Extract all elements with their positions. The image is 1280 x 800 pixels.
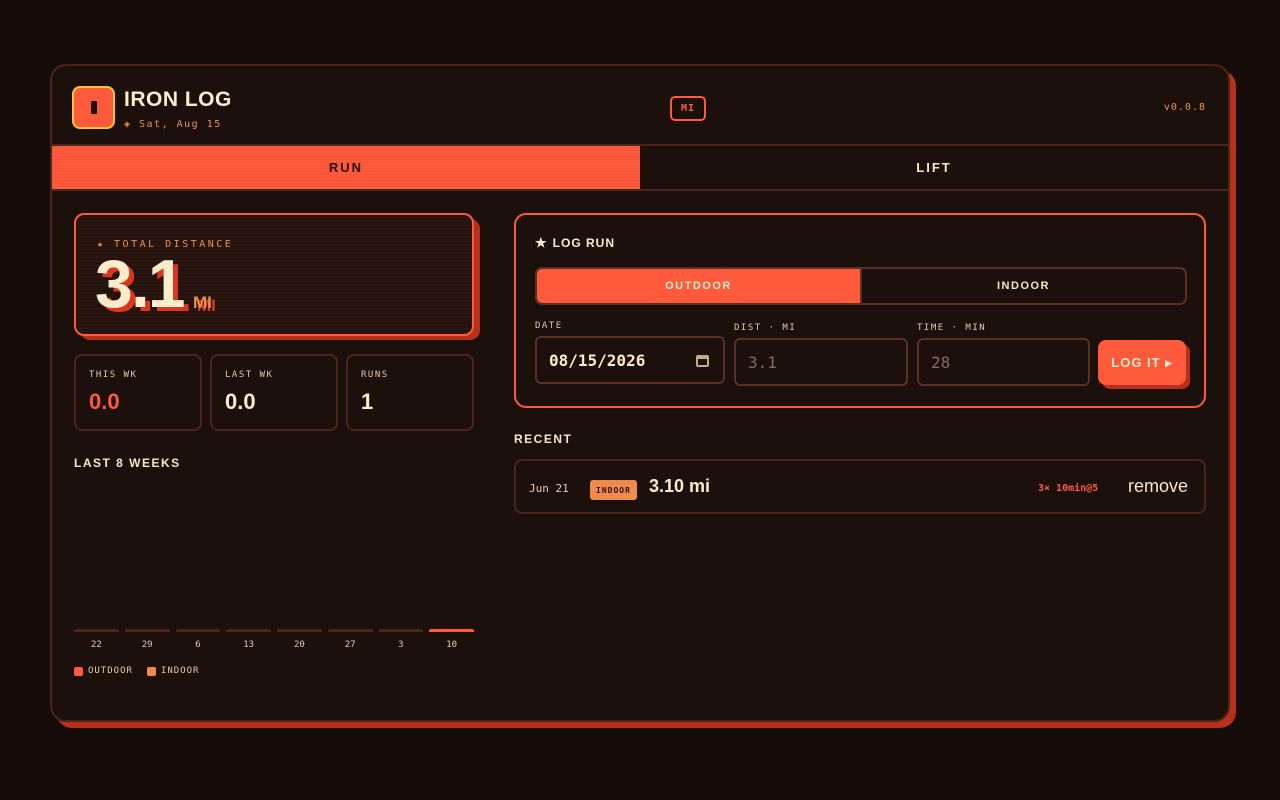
stat-value: 0.0 [89,389,120,414]
bar-baseline [378,629,424,632]
bar-baseline [327,629,373,632]
stat-label: LAST WK [225,370,274,380]
bar-baseline [124,629,170,632]
stat-label: RUNS [361,370,389,380]
x-tick-label: 3 [398,640,404,650]
total-distance-card: ★ TOTAL DISTANCE 3.1 MI [74,213,474,336]
total-distance-unit: MI [193,293,212,312]
bar-baseline [74,629,119,632]
list-item: Jun 21 INDOOR 3.10 mi 3× 10min@5 remove [514,459,1206,514]
stat-value: 0.0 [225,389,256,414]
distance-label: DIST · MI [734,323,797,333]
bar-baseline [226,629,271,632]
x-tick-label: 6 [195,640,201,650]
date-input[interactable]: 08/15/2026 [535,336,725,384]
star-icon: ★ [535,235,548,250]
x-tick-label: 22 [90,640,102,650]
chart-title: LAST 8 WEEKS [74,456,181,470]
x-tick-label: 29 [141,640,153,650]
recent-distance: 3.10 mi [649,476,711,496]
time-input[interactable]: 28 [917,338,1090,386]
legend-item-indoor: INDOOR [146,666,200,676]
log-run-title-text: LOG RUN [552,236,615,250]
remove-button[interactable]: remove [1128,476,1188,497]
recent-sets: 3× 10min@5 [1038,483,1099,494]
calendar-icon[interactable] [696,355,709,367]
date-value: 08/15/2026 [549,350,646,370]
bar-baseline [277,629,322,632]
log-it-button[interactable]: LOG IT ▸ [1098,340,1186,385]
recent-title: RECENT [514,432,573,446]
date-label: DATE [535,321,563,331]
distance-placeholder: 3.1 [748,352,777,372]
total-distance-value: 3.1 [95,246,186,322]
time-label: TIME · MIN [917,323,987,333]
legend-label: OUTDOOR [88,666,133,676]
content-area: ★ TOTAL DISTANCE 3.1 MI THIS WK 0.0 LAST… [52,66,1228,720]
legend-label: INDOOR [160,666,200,676]
log-run-panel: ★ LOG RUN OUTDOOR INDOOR DATE 08/15/2026… [514,213,1206,408]
log-run-title: ★ LOG RUN [535,235,615,251]
distance-input[interactable]: 3.1 [734,338,908,386]
x-tick-label: 10 [446,640,458,650]
legend-item-outdoor: OUTDOOR [74,666,133,676]
recent-date: Jun 21 [529,482,569,495]
bar-baseline [429,629,474,632]
stat-this-week: THIS WK 0.0 [74,354,202,431]
bar-baseline [175,629,221,632]
run-mode-toggle: OUTDOOR INDOOR [535,267,1187,305]
legend-swatch [74,666,83,676]
x-tick-label: 13 [243,640,255,650]
stat-label: THIS WK [89,370,138,380]
legend-swatch [146,666,156,676]
x-tick-label: 20 [293,640,305,650]
mode-indoor-button[interactable]: INDOOR [860,269,1185,303]
mode-badge: INDOOR [590,480,637,500]
stat-runs: RUNS 1 [346,354,474,431]
chart-legend: OUTDOOR INDOOR [74,666,199,676]
stat-last-week: LAST WK 0.0 [210,354,338,431]
x-tick-label: 27 [344,640,356,650]
weekly-chart: 22 29 6 13 20 27 3 10 [74,486,474,662]
time-placeholder: 28 [931,352,951,372]
stat-value: 1 [361,389,374,414]
mode-outdoor-button[interactable]: OUTDOOR [537,269,860,303]
